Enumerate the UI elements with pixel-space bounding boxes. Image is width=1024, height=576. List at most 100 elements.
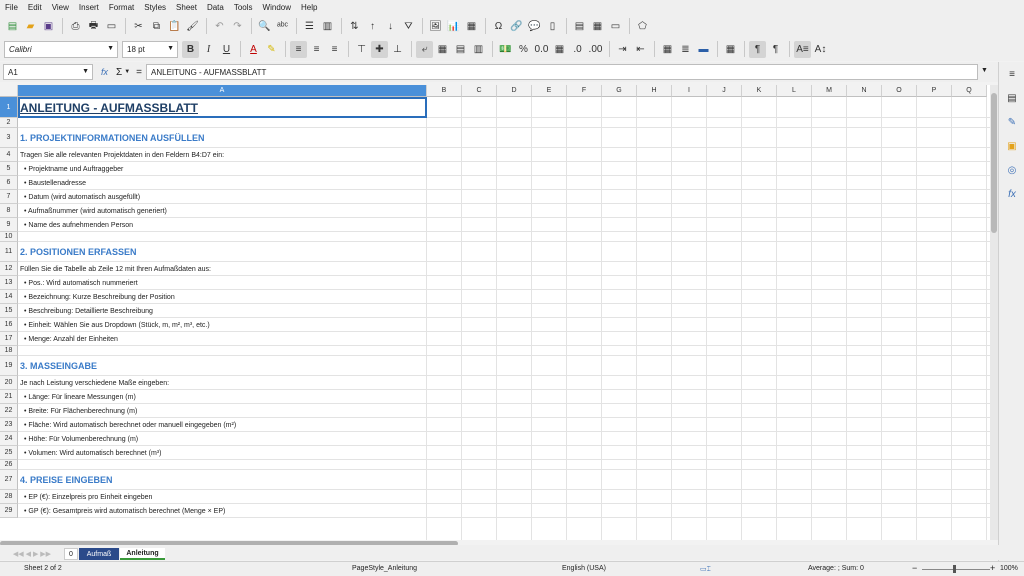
tab-0[interactable]: 0 xyxy=(64,548,78,560)
menu-styles[interactable]: Styles xyxy=(144,3,166,12)
align-center-icon[interactable]: ≡ xyxy=(308,41,325,58)
zoom-in-icon[interactable]: + xyxy=(990,563,995,573)
menu-view[interactable]: View xyxy=(52,3,69,12)
cell-a25[interactable]: • Volumen: Wird automatisch berechnet (m… xyxy=(24,446,161,460)
decrease-indent-icon[interactable]: ⇤ xyxy=(632,41,649,58)
row-header-9[interactable]: 9 xyxy=(0,218,18,232)
unmerge-icon[interactable]: ▥ xyxy=(470,41,487,58)
cell-a8[interactable]: • Aufmaßnummer (wird automatisch generie… xyxy=(24,204,167,218)
align-right-icon[interactable]: ≡ xyxy=(326,41,343,58)
selection-mode-icon[interactable]: ▭⌶ xyxy=(700,565,711,574)
select-all-corner[interactable] xyxy=(0,85,18,97)
row-header-28[interactable]: 28 xyxy=(0,490,18,504)
cell-a21[interactable]: • Länge: Für lineare Messungen (m) xyxy=(24,390,136,404)
column-header-q[interactable]: Q xyxy=(952,85,987,97)
underline-icon[interactable]: U xyxy=(218,41,235,58)
text-direction-horizontal-icon[interactable]: A≡ xyxy=(794,40,811,58)
new-icon[interactable]: ▤ xyxy=(4,18,21,35)
save-icon[interactable]: ▣ xyxy=(40,18,57,35)
cell-a14[interactable]: • Bezeichnung: Kurze Beschreibung der Po… xyxy=(24,290,175,304)
cell-a4[interactable]: Tragen Sie alle relevanten Projektdaten … xyxy=(20,148,224,162)
split-window-icon[interactable]: ▭ xyxy=(607,18,624,35)
expand-formula-icon[interactable]: ▼ xyxy=(981,67,988,74)
column-header-o[interactable]: O xyxy=(882,85,917,97)
row-icon[interactable]: ☰ xyxy=(301,18,318,35)
print-icon[interactable]: 🖶 xyxy=(85,18,102,35)
menu-window[interactable]: Window xyxy=(263,3,291,12)
row-header-15[interactable]: 15 xyxy=(0,304,18,318)
chart-icon[interactable]: 📊 xyxy=(445,18,462,35)
tab-navigation-icon[interactable]: ◀◀ ◀ ▶ ▶▶ xyxy=(4,548,60,560)
menu-help[interactable]: Help xyxy=(301,3,317,12)
formula-icon[interactable]: = xyxy=(136,67,142,78)
column-header-f[interactable]: F xyxy=(567,85,602,97)
cell-a16[interactable]: • Einheit: Wählen Sie aus Dropdown (Stüc… xyxy=(24,318,210,332)
row-header-17[interactable]: 17 xyxy=(0,332,18,346)
zoom-out-icon[interactable]: − xyxy=(912,563,917,573)
column-icon[interactable]: ▥ xyxy=(319,18,336,35)
font-color-icon[interactable]: A xyxy=(245,41,262,58)
row-header-5[interactable]: 5 xyxy=(0,162,18,176)
autofilter-icon[interactable]: ⛛ xyxy=(400,18,417,35)
open-icon[interactable]: ▰ xyxy=(22,18,39,35)
row-header-29[interactable]: 29 xyxy=(0,504,18,518)
define-print-area-icon[interactable]: ▤ xyxy=(571,18,588,35)
cell-a11[interactable]: 2. POSITIONEN ERFASSEN xyxy=(20,242,137,262)
cell-a6[interactable]: • Baustellenadresse xyxy=(24,176,86,190)
column-header-b[interactable]: B xyxy=(427,85,462,97)
row-header-18[interactable]: 18 xyxy=(0,346,18,356)
row-header-24[interactable]: 24 xyxy=(0,432,18,446)
cell-a12[interactable]: Füllen Sie die Tabelle ab Zeile 12 mit I… xyxy=(20,262,211,276)
vertical-scroll-thumb[interactable] xyxy=(991,93,997,233)
export-pdf-icon[interactable]: ⎙ xyxy=(67,18,84,35)
conditional-format-icon[interactable]: ▦ xyxy=(722,41,739,58)
row-header-27[interactable]: 27 xyxy=(0,470,18,490)
column-header-d[interactable]: D xyxy=(497,85,532,97)
menu-edit[interactable]: Edit xyxy=(28,3,42,12)
row-header-21[interactable]: 21 xyxy=(0,390,18,404)
undo-icon[interactable]: ↶ xyxy=(211,18,228,35)
row-header-20[interactable]: 20 xyxy=(0,376,18,390)
bold-icon[interactable]: B xyxy=(182,40,199,58)
sum-icon[interactable]: Σ xyxy=(116,67,122,78)
row-header-23[interactable]: 23 xyxy=(0,418,18,432)
cell-a23[interactable]: • Fläche: Wird automatisch berechnet ode… xyxy=(24,418,236,432)
cell-a20[interactable]: Je nach Leistung verschiedene Maße einge… xyxy=(20,376,169,390)
column-header-i[interactable]: I xyxy=(672,85,707,97)
delete-decimal-icon[interactable]: .00 xyxy=(587,41,604,58)
border-style-icon[interactable]: ≣ xyxy=(677,41,694,58)
column-header-n[interactable]: N xyxy=(847,85,882,97)
border-color-icon[interactable]: ▬ xyxy=(695,41,712,58)
menu-file[interactable]: File xyxy=(5,3,18,12)
menu-tools[interactable]: Tools xyxy=(234,3,253,12)
cell-a22[interactable]: • Breite: Für Flächenberechnung (m) xyxy=(24,404,137,418)
row-header-4[interactable]: 4 xyxy=(0,148,18,162)
cell-a24[interactable]: • Höhe: Für Volumenberechnung (m) xyxy=(24,432,138,446)
wrap-text-icon[interactable]: ⤶ xyxy=(416,40,433,58)
column-header-e[interactable]: E xyxy=(532,85,567,97)
cell-a15[interactable]: • Beschreibung: Detaillierte Beschreibun… xyxy=(24,304,153,318)
hamburger-menu-icon[interactable]: ≡ xyxy=(1004,66,1020,82)
right-to-left-icon[interactable]: ¶ xyxy=(767,41,784,58)
left-to-right-icon[interactable]: ¶ xyxy=(749,40,766,58)
currency-format-icon[interactable]: 💵 xyxy=(497,41,514,58)
increase-indent-icon[interactable]: ⇥ xyxy=(614,41,631,58)
cell-a13[interactable]: • Pos.: Wird automatisch nummeriert xyxy=(24,276,138,290)
sort-ascending-icon[interactable]: ↑ xyxy=(364,18,381,35)
row-header-8[interactable]: 8 xyxy=(0,204,18,218)
show-draw-functions-icon[interactable]: ⬠ xyxy=(634,18,651,35)
zoom-slider[interactable] xyxy=(922,569,990,570)
cell-a9[interactable]: • Name des aufnehmenden Person xyxy=(24,218,133,232)
merge-cells-icon[interactable]: ▦ xyxy=(434,41,451,58)
cell-a27[interactable]: 4. PREISE EINGEBEN xyxy=(20,470,113,490)
row-header-11[interactable]: 11 xyxy=(0,242,18,262)
cell-a5[interactable]: • Projektname und Auftraggeber xyxy=(24,162,123,176)
cell-a1[interactable]: ANLEITUNG - AUFMASSBLATT xyxy=(20,97,198,118)
column-header-l[interactable]: L xyxy=(777,85,812,97)
font-size-combo[interactable]: 18 pt ▼ xyxy=(122,40,178,58)
hyperlink-icon[interactable]: 🔗 xyxy=(508,18,525,35)
cell-a3[interactable]: 1. PROJEKTINFORMATIONEN AUSFÜLLEN xyxy=(20,128,205,148)
cell-a28[interactable]: • EP (€): Einzelpreis pro Einheit eingeb… xyxy=(24,490,152,504)
merge-center-icon[interactable]: ▤ xyxy=(452,41,469,58)
cut-icon[interactable]: ✂ xyxy=(130,18,147,35)
